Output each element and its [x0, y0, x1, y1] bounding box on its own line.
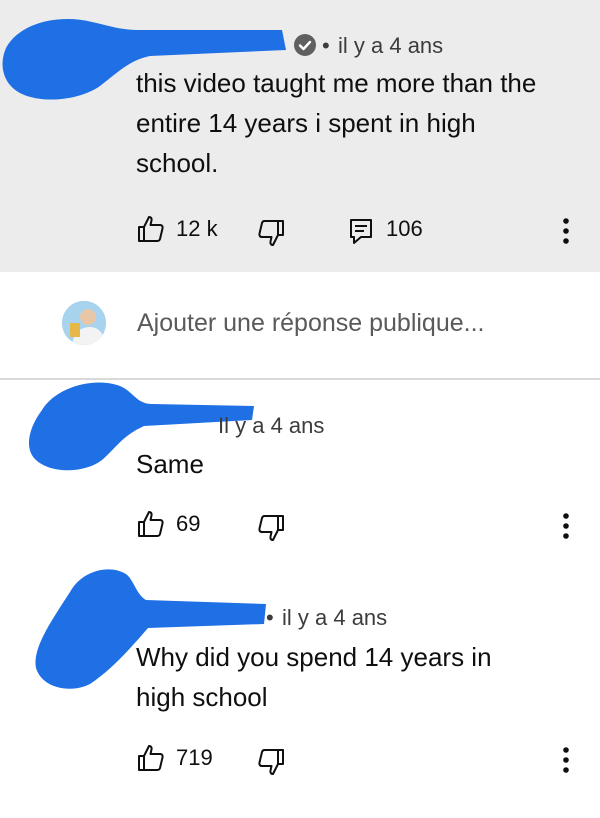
thumbs-down-icon[interactable]: [256, 747, 286, 777]
like-count: 12 k: [176, 216, 218, 241]
separator-dot: •: [322, 33, 330, 58]
comment-timestamp: il y a 4 ans: [282, 605, 388, 630]
reply-comment-icon[interactable]: [348, 217, 374, 245]
like-count: 69: [176, 511, 201, 536]
comment-timestamp: il y a 4 ans: [338, 33, 444, 58]
comment-line: this video taught me more than the: [136, 68, 537, 98]
more-vertical-icon[interactable]: [560, 511, 572, 541]
reply-count[interactable]: 106: [386, 216, 423, 242]
comment-line: Same: [136, 449, 204, 479]
comment-timestamp: Il y a 4 ans: [218, 413, 325, 438]
comment-line: high school: [136, 682, 268, 712]
user-avatar: [62, 301, 106, 345]
thumbs-down-icon[interactable]: [256, 218, 286, 248]
comment-line: entire 14 years i spent in high: [136, 108, 476, 138]
separator-dot: •: [266, 605, 274, 630]
comment-line: Why did you spend 14 years in: [136, 642, 492, 672]
thumbs-up-icon[interactable]: [136, 214, 166, 244]
like-count: 719: [176, 745, 213, 770]
thumbs-up-icon[interactable]: [136, 509, 166, 539]
thumbs-up-icon[interactable]: [136, 743, 166, 773]
comment-text: this video taught me more than the entir…: [136, 63, 536, 183]
comment-text: Same: [136, 444, 204, 484]
reply-input[interactable]: Ajouter une réponse publique...: [137, 309, 484, 338]
more-vertical-icon[interactable]: [560, 745, 572, 775]
thumbs-down-icon[interactable]: [256, 513, 286, 543]
comment-text: Why did you spend 14 years in high schoo…: [136, 637, 492, 717]
more-vertical-icon[interactable]: [560, 216, 572, 246]
verified-check-icon: [294, 34, 316, 56]
comment-line: school.: [136, 148, 219, 178]
